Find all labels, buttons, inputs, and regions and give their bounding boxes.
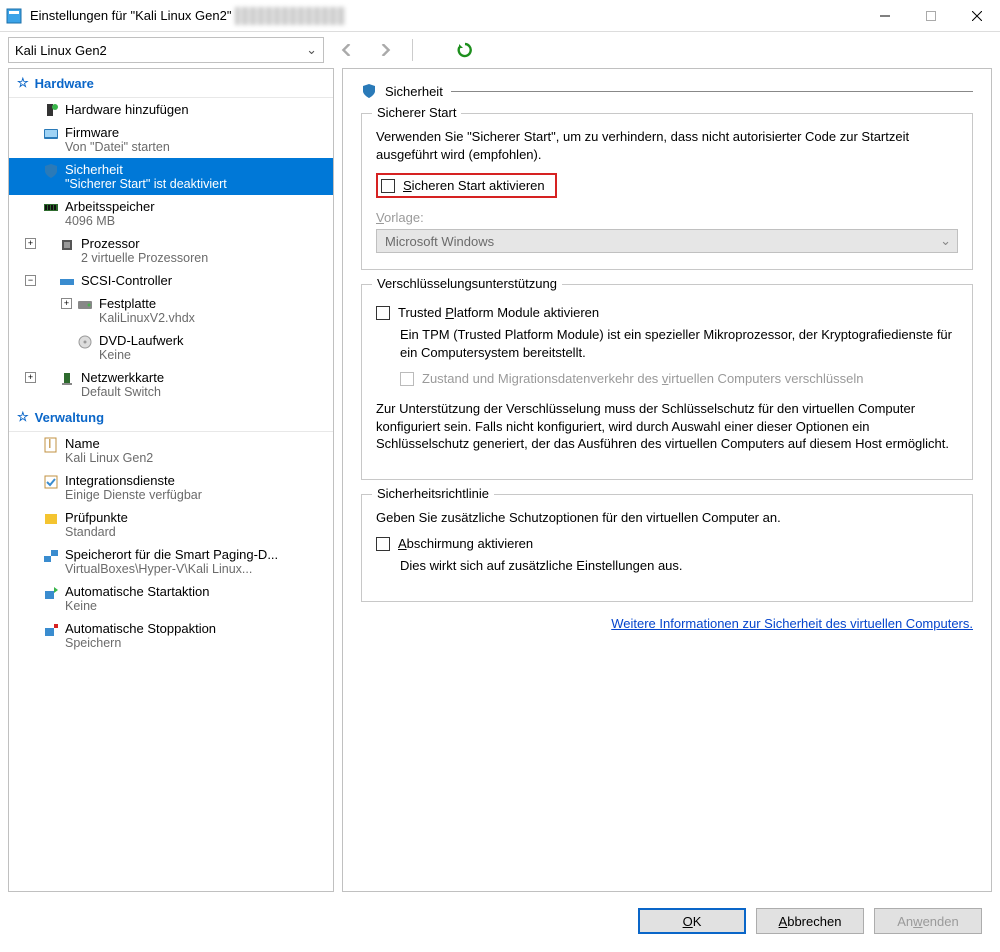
firmware-icon [43,126,59,142]
tree-item-firmware[interactable]: Firmware Von "Datei" starten [9,121,333,158]
policy-description: Geben Sie zusätzliche Schutzoptionen für… [376,509,958,527]
disk-icon [77,297,93,313]
group-legend: Sicherheitsrichtlinie [372,486,494,501]
secure-boot-group: Sicherer Start Verwenden Sie "Sicherer S… [361,113,973,270]
close-button[interactable] [954,0,1000,32]
more-info-link[interactable]: Weitere Informationen zur Sicherheit des… [361,616,973,631]
expand-icon[interactable]: + [25,372,36,383]
toolbar: Kali Linux Gen2 ⌄ [0,32,1000,68]
tree-item-integration[interactable]: Integrationsdienste Einige Dienste verfü… [9,469,333,506]
tpm-checkbox-label[interactable]: Trusted Platform Module aktivieren [398,305,599,320]
dvd-icon [77,334,93,350]
network-icon [59,371,75,387]
apply-button: Anwenden [874,908,982,934]
tree-item-network[interactable]: + Netzwerkkarte Default Switch [9,366,333,403]
encryption-group: Verschlüsselungsunterstützung Trusted Pl… [361,284,973,480]
secure-boot-checkbox[interactable] [381,179,395,193]
collapse-icon: ☆ [17,75,29,91]
window-title: Einstellungen für "Kali Linux Gen2" [30,8,231,23]
migrate-checkbox-label: Zustand und Migrationsdatenverkehr des v… [422,371,864,386]
vm-selector-value: Kali Linux Gen2 [15,43,107,58]
title-divider [451,91,973,92]
policy-group: Sicherheitsrichtlinie Geben Sie zusätzli… [361,494,973,602]
controller-icon [59,274,75,290]
group-legend: Verschlüsselungsunterstützung [372,276,562,291]
shield-icon [43,163,59,179]
maximize-button[interactable] [908,0,954,32]
tree-item-checkpoints[interactable]: Prüfpunkte Standard [9,506,333,543]
nav-forward-button[interactable] [370,37,400,63]
toolbar-separator [412,39,442,61]
secure-boot-checkbox-label[interactable]: SSicheren Start aktivierenicheren Start … [403,178,545,193]
template-label: Vorlage: [376,210,424,225]
settings-tree: ☆ Hardware Hardware hinzufügen Firmware … [8,68,334,892]
secure-boot-description: Verwenden Sie "Sicherer Start", um zu ve… [376,128,958,163]
chevron-down-icon: ⌄ [306,42,317,58]
app-icon [6,8,22,24]
tree-item-autostop[interactable]: Automatische Stoppaktion Speichern [9,617,333,654]
tree-item-security[interactable]: Sicherheit "Sicherer Start" ist deaktivi… [9,158,333,195]
checkpoint-icon [43,511,59,527]
dialog-footer: OK Abbrechen Anwenden [0,898,1000,948]
shielding-checkbox[interactable] [376,537,390,551]
collapse-icon: ☆ [17,409,29,425]
highlight-box: SSicheren Start aktivierenicheren Start … [376,173,557,198]
encryption-note: Zur Unterstützung der Verschlüsselung mu… [376,400,958,453]
tree-item-disk[interactable]: + Festplatte KaliLinuxV2.vhdx [9,292,333,329]
memory-icon [43,200,59,216]
paging-icon [43,548,59,564]
tpm-description: Ein TPM (Trusted Platform Module) ist ei… [400,326,958,361]
ok-button[interactable]: OK [638,908,746,934]
tree-item-scsi[interactable]: − SCSI-Controller [9,269,333,292]
name-icon: I [43,437,59,453]
vm-selector[interactable]: Kali Linux Gen2 ⌄ [8,37,324,63]
tpm-checkbox[interactable] [376,306,390,320]
management-section-header[interactable]: ☆ Verwaltung [9,403,333,432]
template-combo: Microsoft Windows ⌄ [376,229,958,253]
shielding-note: Dies wirkt sich auf zusätzliche Einstell… [400,557,958,575]
minimize-button[interactable] [862,0,908,32]
autostop-icon [43,622,59,638]
refresh-button[interactable] [450,37,480,63]
migrate-checkbox [400,372,414,386]
tree-item-autostart[interactable]: Automatische Startaktion Keine [9,580,333,617]
autostart-icon [43,585,59,601]
expand-icon[interactable]: + [61,298,72,309]
tree-item-name[interactable]: I Name Kali Linux Gen2 [9,432,333,469]
titlebar: Einstellungen für "Kali Linux Gen2" [0,0,1000,32]
add-hardware-icon [43,103,59,119]
cpu-icon [59,237,75,253]
collapse-icon[interactable]: − [25,275,36,286]
panel-title: Sicherheit [385,84,443,99]
tree-item-processor[interactable]: + Prozessor 2 virtuelle Prozessoren [9,232,333,269]
cancel-button[interactable]: Abbrechen [756,908,864,934]
tree-item-smartpaging[interactable]: Speicherort für die Smart Paging-D... Vi… [9,543,333,580]
shield-icon [361,83,377,99]
tree-item-add-hardware[interactable]: Hardware hinzufügen [9,98,333,121]
hardware-section-header[interactable]: ☆ Hardware [9,69,333,98]
expand-icon[interactable]: + [25,238,36,249]
shielding-checkbox-label[interactable]: Abschirmung aktivieren [398,536,533,551]
title-redacted [235,7,345,25]
svg-text:I: I [48,437,52,451]
settings-panel: Sicherheit Sicherer Start Verwenden Sie … [342,68,992,892]
tree-item-dvd[interactable]: DVD-Laufwerk Keine [9,329,333,366]
chevron-down-icon: ⌄ [940,233,951,249]
services-icon [43,474,59,490]
nav-back-button[interactable] [332,37,362,63]
group-legend: Sicherer Start [372,105,461,120]
tree-item-memory[interactable]: Arbeitsspeicher 4096 MB [9,195,333,232]
